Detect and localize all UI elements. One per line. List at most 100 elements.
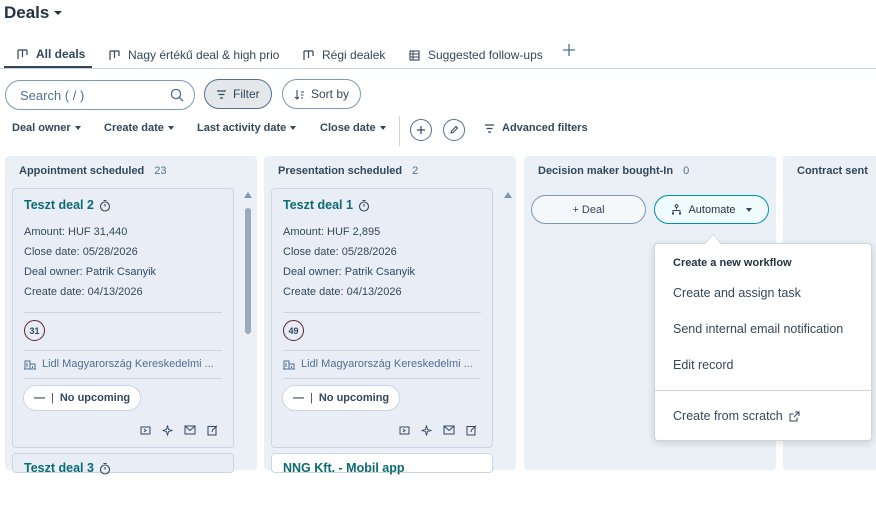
filter-label: Filter bbox=[233, 87, 260, 101]
chevron-down-icon bbox=[54, 11, 63, 15]
sort-icon bbox=[294, 89, 304, 100]
tab-label: All deals bbox=[36, 47, 86, 61]
filter-button[interactable]: Filter bbox=[204, 79, 272, 109]
tab-nagy-erteku[interactable]: Nagy értékű deal & high prio bbox=[109, 42, 279, 68]
tab-suggested-follow-ups[interactable]: Suggested follow-ups bbox=[409, 42, 543, 68]
deal-card[interactable]: Teszt deal 1 Amount: HUF 2,895 Close dat… bbox=[271, 188, 493, 448]
menu-item-send-email-notification[interactable]: Send internal email notification bbox=[673, 322, 843, 336]
external-link-icon bbox=[789, 411, 800, 421]
deal-title[interactable]: Teszt deal 2 bbox=[24, 198, 111, 212]
sort-by-button[interactable]: Sort by bbox=[282, 79, 362, 109]
advanced-filters-button[interactable]: Advanced filters bbox=[484, 122, 588, 134]
scroll-up-arrow-icon[interactable] bbox=[244, 192, 252, 198]
deal-owner-filter[interactable]: Deal owner bbox=[12, 122, 81, 134]
page-title-text: Deals bbox=[4, 3, 50, 22]
tab-all-deals[interactable]: All deals bbox=[4, 42, 92, 68]
sparkle-icon[interactable] bbox=[421, 425, 432, 436]
dash-icon: — bbox=[34, 392, 45, 404]
column-name: Contract sent bbox=[797, 165, 868, 177]
deal-owner-filter-label: Deal owner bbox=[12, 122, 71, 134]
board-icon bbox=[17, 48, 28, 59]
last-activity-date-filter[interactable]: Last activity date bbox=[197, 122, 297, 134]
no-upcoming-pill[interactable]: — | No upcoming bbox=[23, 385, 142, 411]
deal-title-text: Teszt deal 3 bbox=[24, 461, 94, 475]
building-icon bbox=[24, 360, 36, 369]
card-divider bbox=[283, 378, 481, 379]
card-divider bbox=[283, 312, 481, 313]
no-upcoming-label: No upcoming bbox=[59, 392, 131, 404]
menu-heading: Create a new workflow bbox=[673, 257, 792, 269]
column-scrollbar[interactable] bbox=[504, 192, 512, 506]
edit-task-icon[interactable] bbox=[466, 425, 477, 436]
no-upcoming-pill[interactable]: — | No upcoming bbox=[282, 385, 401, 411]
add-deal-button[interactable]: + Deal bbox=[531, 195, 646, 224]
sort-label: Sort by bbox=[311, 87, 350, 101]
building-icon bbox=[283, 360, 295, 369]
sparkle-icon[interactable] bbox=[162, 425, 173, 436]
automate-button[interactable]: Automate bbox=[654, 195, 769, 224]
column-count: 23 bbox=[154, 165, 167, 177]
automate-menu: Create a new workflow Create and assign … bbox=[654, 243, 872, 441]
caret-down-icon bbox=[74, 126, 81, 130]
deal-title[interactable]: NNG Kft. - Mobil app bbox=[283, 461, 405, 475]
caret-down-icon bbox=[290, 126, 297, 130]
deal-title[interactable]: Teszt deal 3 bbox=[24, 461, 111, 475]
plus-icon bbox=[417, 126, 425, 134]
last-activity-date-filter-label: Last activity date bbox=[197, 122, 287, 134]
pipe-separator: | bbox=[51, 392, 54, 404]
menu-item-create-assign-task[interactable]: Create and assign task bbox=[673, 286, 801, 300]
associated-company[interactable]: Lidl Magyarország Kereskedelmi ... bbox=[24, 358, 214, 370]
deal-amount: Amount: HUF 31,440 bbox=[24, 226, 128, 238]
menu-item-edit-record[interactable]: Edit record bbox=[673, 358, 733, 372]
advanced-filters-label: Advanced filters bbox=[502, 122, 588, 134]
deal-card[interactable]: Teszt deal 3 bbox=[12, 453, 234, 475]
automate-label: Automate bbox=[688, 203, 736, 216]
stopwatch-icon bbox=[358, 199, 369, 212]
workflow-icon bbox=[672, 204, 682, 215]
create-date-filter[interactable]: Create date bbox=[104, 122, 174, 134]
table-icon bbox=[409, 49, 420, 61]
scroll-up-arrow-icon[interactable] bbox=[504, 192, 512, 198]
email-icon[interactable] bbox=[443, 425, 455, 435]
filter-icon bbox=[485, 123, 494, 133]
tab-divider bbox=[0, 68, 876, 69]
edit-filters-button[interactable] bbox=[443, 119, 465, 141]
page-title[interactable]: Deals bbox=[4, 3, 63, 23]
column-header: Presentation scheduled 2 bbox=[278, 165, 418, 177]
no-upcoming-label: No upcoming bbox=[318, 392, 390, 404]
preview-icon[interactable] bbox=[140, 425, 151, 436]
deal-title[interactable]: Teszt deal 1 bbox=[283, 198, 370, 212]
preview-icon[interactable] bbox=[399, 425, 410, 436]
board-icon bbox=[303, 49, 314, 60]
tab-label: Suggested follow-ups bbox=[428, 48, 543, 62]
deal-score-badge: 49 bbox=[283, 320, 304, 341]
deal-create-date: Create date: 04/13/2026 bbox=[283, 286, 402, 298]
deal-card[interactable]: NNG Kft. - Mobil app bbox=[271, 453, 493, 475]
deal-close-date: Close date: 05/28/2026 bbox=[24, 246, 138, 258]
menu-item-create-from-scratch[interactable]: Create from scratch bbox=[673, 409, 800, 423]
scrollbar-thumb[interactable] bbox=[245, 208, 251, 334]
add-tab-button[interactable] bbox=[562, 43, 576, 57]
search-input[interactable]: Search ( / ) bbox=[5, 80, 195, 110]
column-scrollbar[interactable] bbox=[244, 192, 252, 506]
column-header: Contract sent bbox=[797, 165, 868, 177]
card-divider bbox=[24, 350, 222, 351]
column-count: 2 bbox=[412, 165, 419, 177]
caret-down-icon bbox=[379, 126, 386, 130]
edit-task-icon[interactable] bbox=[207, 425, 218, 436]
deal-card[interactable]: Teszt deal 2 Amount: HUF 31,440 Close da… bbox=[12, 188, 234, 448]
menu-pointer-fill bbox=[705, 235, 721, 244]
close-date-filter[interactable]: Close date bbox=[320, 122, 386, 134]
board-icon bbox=[109, 49, 120, 60]
add-deal-label: + Deal bbox=[572, 203, 605, 216]
filter-divider bbox=[399, 116, 400, 146]
associated-company-name: Lidl Magyarország Kereskedelmi ... bbox=[42, 358, 214, 370]
column-name: Appointment scheduled bbox=[19, 165, 145, 177]
deal-score-badge: 31 bbox=[24, 320, 45, 341]
pipe-separator: | bbox=[310, 392, 313, 404]
caret-down-icon bbox=[167, 126, 174, 130]
associated-company[interactable]: Lidl Magyarország Kereskedelmi ... bbox=[283, 358, 473, 370]
tab-regi-dealek[interactable]: Régi dealek bbox=[303, 42, 385, 68]
add-filter-button[interactable] bbox=[410, 119, 432, 141]
email-icon[interactable] bbox=[184, 425, 196, 435]
